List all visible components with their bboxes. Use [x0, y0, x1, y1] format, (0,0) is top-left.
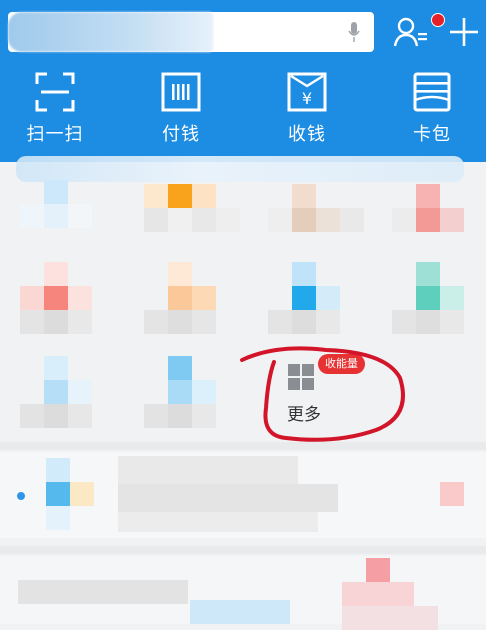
pay-button[interactable]: 付钱 [126, 72, 236, 152]
section-divider [0, 546, 486, 554]
app-tile-blurred[interactable] [266, 180, 366, 240]
receive-money-button[interactable]: ¥ 收钱 [252, 72, 362, 152]
app-tile-blurred[interactable] [392, 262, 472, 334]
section-divider [0, 442, 486, 450]
list-item-blurred[interactable] [0, 452, 486, 538]
receive-money-icon: ¥ [287, 72, 327, 112]
scan-icon [35, 72, 75, 112]
pay-label: 付钱 [162, 124, 200, 145]
plus-icon[interactable] [450, 18, 478, 46]
app-tile-blurred[interactable] [142, 262, 242, 334]
receive-money-label: 收钱 [288, 124, 326, 145]
app-tile-blurred[interactable] [18, 180, 94, 240]
app-tile-blurred[interactable] [18, 262, 108, 334]
app-tile-blurred[interactable] [142, 356, 242, 428]
contacts-icon[interactable] [393, 16, 429, 48]
app-tile-blurred[interactable] [266, 262, 366, 334]
blurred-banner [16, 156, 464, 182]
annotation-circle [240, 346, 405, 442]
barcode-icon [161, 72, 201, 112]
scan-label: 扫一扫 [26, 124, 84, 145]
header-bar: 扫一扫 付钱 ¥ 收钱 卡包 [0, 0, 486, 162]
search-input-blurred[interactable] [8, 12, 213, 52]
card-wallet-icon [413, 72, 451, 112]
notification-dot [431, 13, 445, 27]
microphone-icon[interactable] [348, 22, 360, 44]
unread-dot [17, 492, 25, 500]
scan-button[interactable]: 扫一扫 [0, 72, 110, 152]
app-tile-blurred[interactable] [142, 180, 242, 240]
card-wallet-label: 卡包 [413, 124, 451, 145]
search-bar[interactable] [8, 12, 374, 52]
svg-text:¥: ¥ [302, 89, 312, 108]
app-tile-blurred[interactable] [392, 180, 472, 240]
app-tile-blurred[interactable] [18, 356, 108, 428]
list-item-blurred[interactable] [0, 556, 486, 630]
card-wallet-button[interactable]: 卡包 [377, 72, 486, 152]
